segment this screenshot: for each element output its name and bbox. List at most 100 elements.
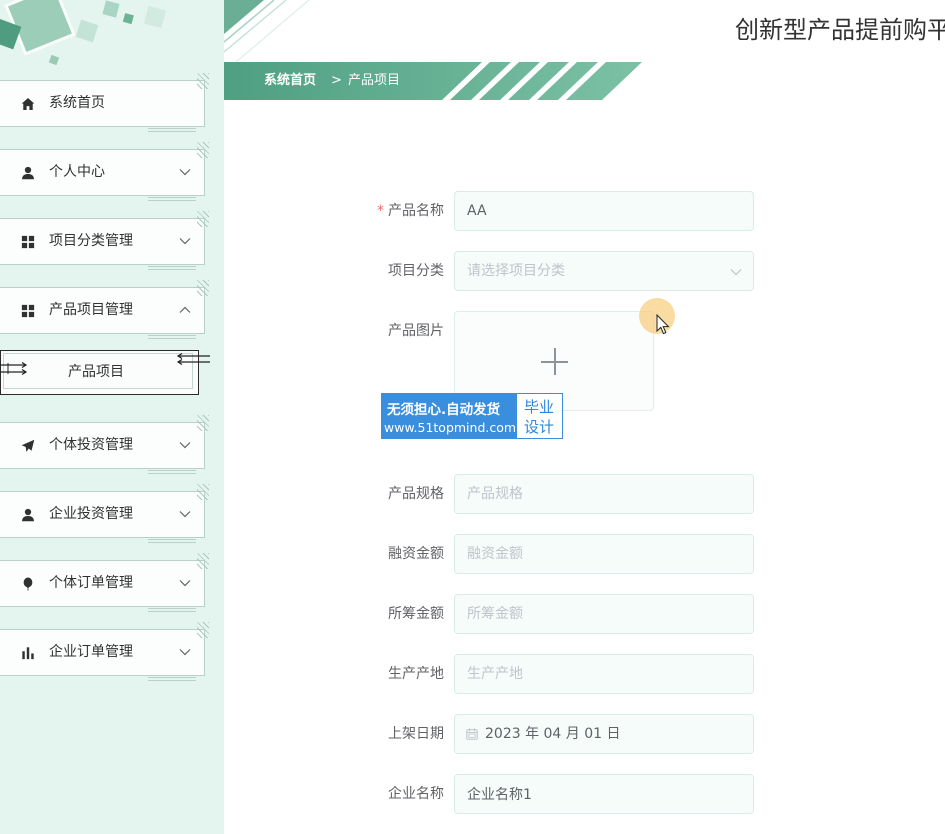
bar	[26, 647, 30, 660]
sidebar-item-label: 个体订单管理	[49, 575, 133, 591]
arrow-right-decoration-icon	[0, 361, 28, 376]
chevron-down-icon	[179, 580, 191, 587]
chevron-down-icon	[179, 442, 191, 449]
raised-amount-label: 所筹金额	[388, 606, 444, 622]
mouse-pointer-shape	[656, 314, 670, 335]
balloon-knot	[26, 586, 30, 589]
company-name-input[interactable]	[454, 774, 754, 814]
user-icon-body	[22, 174, 34, 180]
form-row-spec: 产品规格	[300, 474, 755, 514]
required-mark: *	[377, 203, 384, 219]
grid-icon-cells	[21, 235, 35, 249]
calendar-cells	[468, 733, 476, 738]
company-name-label: 企业名称	[388, 786, 444, 802]
sidebar-item-enterprise-investment[interactable]: 企业投资管理	[0, 484, 209, 543]
paper-plane-icon	[21, 439, 35, 452]
chevron-down-icon	[179, 511, 191, 518]
grid-icon	[21, 235, 35, 249]
spec-label: 产品规格	[388, 486, 444, 502]
header-decoration	[224, 0, 310, 62]
sidebar: 系统首页 个人中心 项目分类管理 产品项目管理 产品项目 个体投资管理 企业投资…	[0, 0, 224, 834]
chevron-down-icon	[179, 238, 191, 245]
balloon-body	[23, 577, 33, 588]
sidebar-item-personal-center[interactable]: 个人中心	[0, 142, 209, 201]
form-row-company-name: 企业名称	[300, 774, 755, 814]
chevron-up-icon	[179, 306, 191, 313]
sidebar-item-category-management[interactable]: 项目分类管理	[0, 211, 209, 270]
decor-square	[143, 5, 167, 29]
grid-cell	[21, 242, 28, 249]
listing-date-picker[interactable]: 2023 年 04 月 01 日	[454, 714, 754, 754]
bar	[22, 651, 25, 660]
mouse-pointer-icon	[656, 314, 670, 335]
chevron-shape	[179, 580, 191, 587]
grid-cell	[28, 304, 35, 311]
home-icon	[21, 98, 35, 110]
chevron-down-icon	[179, 649, 191, 656]
product-name-input[interactable]	[454, 191, 754, 231]
origin-label: 生产产地	[388, 666, 444, 682]
origin-input[interactable]	[454, 654, 754, 694]
form-row-listing-date: 上架日期 2023 年 04 月 01 日	[300, 714, 755, 754]
grid-cell	[21, 235, 28, 242]
grid-icon	[21, 304, 35, 318]
grid-cell	[28, 235, 35, 242]
financing-amount-input[interactable]	[454, 534, 754, 574]
sidebar-item-label: 产品项目管理	[49, 302, 133, 318]
sidebar-item-label: 系统首页	[49, 95, 105, 111]
decor-square	[75, 19, 99, 43]
category-select[interactable]: 请选择项目分类	[454, 251, 754, 291]
user-icon	[22, 166, 34, 180]
chevron-down-icon	[179, 169, 191, 176]
sidebar-item-label: 个体投资管理	[49, 437, 133, 453]
financing-amount-label: 融资金额	[388, 546, 444, 562]
sidebar-item-home[interactable]: 系统首页	[0, 73, 209, 132]
sidebar-item-individual-orders[interactable]: 个体订单管理	[0, 553, 209, 612]
breadcrumb: 系统首页 > 产品项目	[224, 62, 644, 100]
app-window: 系统首页 个人中心 项目分类管理 产品项目管理 产品项目 个体投资管理 企业投资…	[0, 0, 945, 834]
breadcrumb-separator: >	[331, 73, 342, 88]
form-row-financing-amount: 融资金额	[300, 534, 755, 574]
bar	[31, 653, 34, 660]
sidebar-item-individual-investment[interactable]: 个体投资管理	[0, 415, 209, 474]
balloon-icon	[23, 577, 33, 591]
raised-amount-input[interactable]	[454, 594, 754, 634]
category-label: 项目分类	[388, 263, 444, 279]
watermark: 无须担心.自动发货 www.51topmind.com 毕业 设计	[381, 393, 563, 439]
watermark-badge-line1: 毕业	[523, 398, 554, 416]
paper-plane-shape	[21, 439, 35, 452]
user-icon-head	[24, 508, 32, 516]
chevron-shape	[179, 649, 191, 656]
user-icon	[22, 508, 34, 522]
chevron-shape	[179, 511, 191, 518]
chevron-shape	[730, 269, 742, 276]
form-row-origin: 生产产地	[300, 654, 755, 694]
image-label: 产品图片	[388, 323, 444, 339]
calendar-icon	[466, 728, 478, 740]
sidebar-item-product-project-management[interactable]: 产品项目管理	[0, 280, 209, 339]
sidebar-item-label: 企业订单管理	[49, 644, 133, 660]
breadcrumb-home-link[interactable]: 系统首页	[264, 62, 316, 100]
listing-date-label: 上架日期	[388, 726, 444, 742]
category-select-placeholder: 请选择项目分类	[467, 263, 565, 279]
chevron-shape	[179, 306, 191, 313]
product-name-label-text: 产品名称	[388, 203, 444, 219]
sidebar-item-enterprise-orders[interactable]: 企业订单管理	[0, 622, 209, 681]
spec-input[interactable]	[454, 474, 754, 514]
decor-triangle	[224, 0, 264, 34]
chevron-shape	[179, 238, 191, 245]
watermark-slogan: 无须担心.自动发货	[387, 402, 501, 418]
bar-chart-bars	[22, 647, 34, 660]
user-icon-head	[24, 166, 32, 174]
watermark-badge: 毕业 设计	[516, 393, 563, 439]
page-title: 创新型产品提前购平	[735, 16, 945, 44]
chevron-shape	[179, 169, 191, 176]
product-name-label: * 产品名称	[300, 191, 444, 231]
plus-icon	[541, 348, 568, 375]
sidebar-item-label: 项目分类管理	[49, 233, 133, 249]
arrow-left-decoration-icon	[176, 352, 210, 366]
watermark-badge-line2: 设计	[523, 418, 554, 436]
decor-square	[122, 13, 134, 25]
watermark-url: www.51topmind.com	[384, 420, 517, 435]
decor-square	[102, 0, 120, 18]
